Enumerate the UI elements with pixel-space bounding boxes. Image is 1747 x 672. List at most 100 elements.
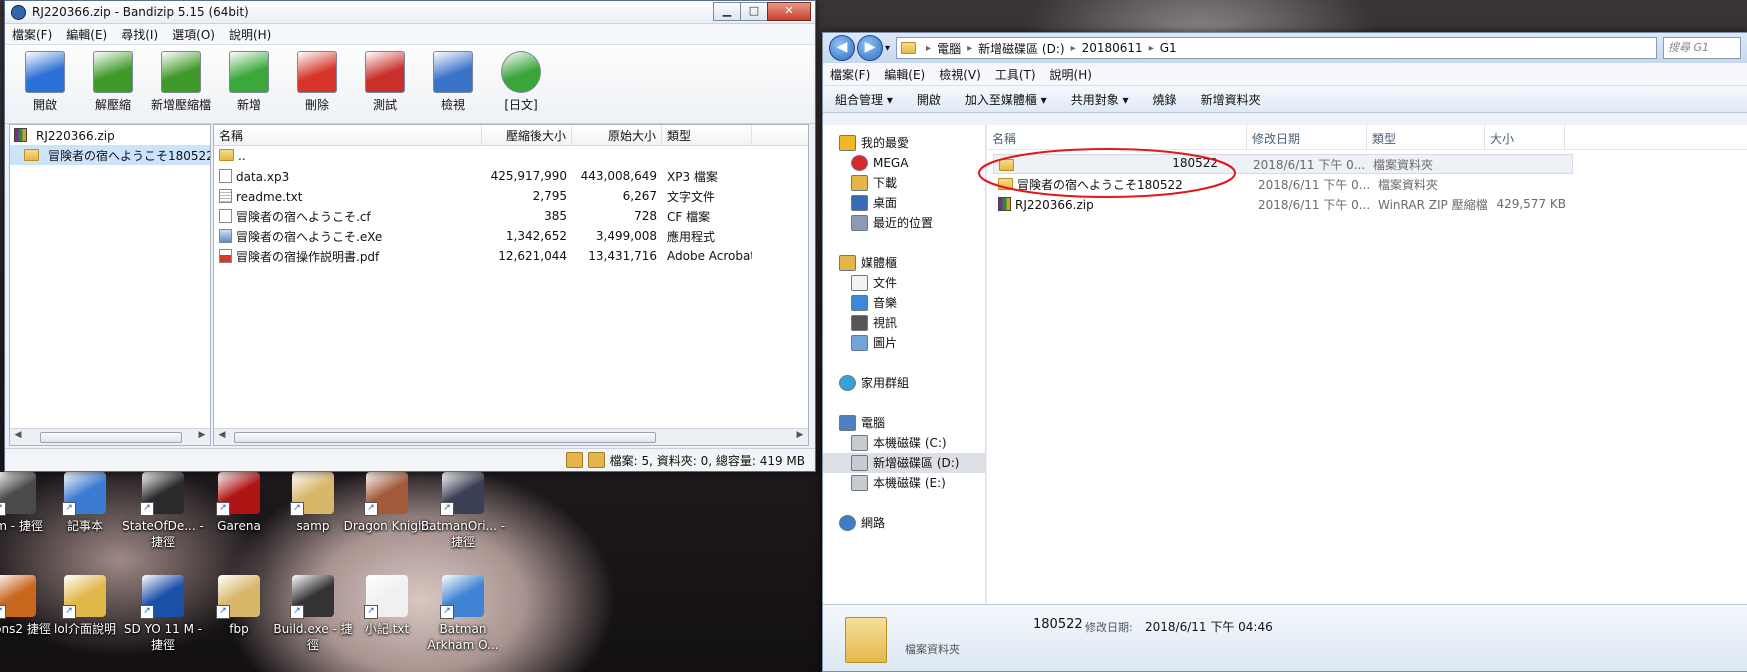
menu-item[interactable]: 編輯(E)	[877, 66, 932, 83]
recent-pages-dropdown[interactable]: ▾	[885, 43, 890, 54]
download-folder-icon	[851, 175, 868, 191]
tree-item-folder[interactable]: 冒険者の宿へようこそ180522	[10, 145, 210, 165]
column-header[interactable]: 壓縮後大小	[482, 125, 572, 145]
close-button[interactable]: ✕	[767, 2, 811, 21]
toolbar-button-globe[interactable]: [日文]	[491, 51, 551, 113]
nav-item[interactable]: 本機磁碟 (C:)	[823, 433, 985, 453]
star-icon	[839, 135, 856, 151]
nav-item-label: 桌面	[873, 196, 898, 210]
command-button[interactable]: 共用對象 ▾	[1059, 91, 1141, 108]
shortcut-icon: ↗	[216, 472, 260, 516]
shortcut-label: lol介面說明	[53, 622, 116, 636]
nav-item[interactable]: 媒體櫃	[823, 253, 985, 273]
file-row[interactable]: 冒険者の宿操作説明書.pdf 12,621,044 13,431,716 Adobe …	[214, 246, 808, 266]
menu-item[interactable]: 選項(O)	[165, 26, 222, 43]
tree-item-archive[interactable]: RJ220366.zip	[10, 125, 210, 145]
toolbar-button-extract[interactable]: 解壓縮	[83, 51, 143, 113]
nav-item[interactable]: 桌面	[823, 193, 985, 213]
menu-item[interactable]: 說明(H)	[1043, 66, 1099, 83]
command-button[interactable]: 組合管理 ▾	[823, 91, 905, 108]
menu-item[interactable]: 編輯(E)	[59, 26, 114, 43]
back-button[interactable]: ◀	[829, 35, 855, 61]
menu-item[interactable]: 工具(T)	[988, 66, 1043, 83]
toolbar-button-open[interactable]: 開啟	[15, 51, 75, 113]
menu-item[interactable]: 檔案(F)	[823, 66, 877, 83]
nav-item[interactable]: MEGA	[823, 153, 985, 173]
shortcut-label: BatmanOri... - 捷徑	[420, 519, 506, 549]
desktop-shortcut[interactable]: ↗ lol介面說明	[40, 575, 130, 637]
open-icon	[25, 51, 65, 93]
scroll-left-arrow[interactable]: ◀	[216, 430, 228, 440]
bandizip-titlebar[interactable]: RJ220366.zip - Bandizip 5.15 (64bit) ▁ □…	[5, 1, 815, 24]
breadcrumb-separator-icon[interactable]: ▸	[967, 43, 972, 54]
tree-hscrollbar[interactable]: ◀ ▶	[10, 428, 210, 445]
nav-item[interactable]: 最近的位置	[823, 213, 985, 233]
file-type: WinRAR ZIP 壓縮檔	[1378, 197, 1488, 212]
command-button[interactable]: 開啟	[905, 91, 953, 108]
column-header[interactable]: 類型	[1367, 125, 1485, 149]
nav-item[interactable]: 文件	[823, 273, 985, 293]
desktop-shortcut[interactable]: ↗ Batman Arkham O...	[418, 575, 508, 653]
column-header[interactable]: 類型	[662, 125, 752, 145]
nav-item[interactable]: 本機磁碟 (E:)	[823, 473, 985, 493]
forward-button[interactable]: ▶	[857, 35, 883, 61]
breadcrumb-item[interactable]: G1	[1160, 41, 1177, 55]
toolbar-button-view[interactable]: 檢視	[423, 51, 483, 113]
toolbar-button-delete[interactable]: 刪除	[287, 51, 347, 113]
nav-item[interactable]: 網路	[823, 513, 985, 533]
breadcrumb-item[interactable]: 電腦	[937, 40, 961, 57]
scroll-thumb[interactable]	[234, 432, 656, 443]
breadcrumb-separator-icon[interactable]: ▸	[1071, 43, 1076, 54]
menu-item[interactable]: 說明(H)	[222, 26, 278, 43]
command-button[interactable]: 新增資料夾	[1189, 91, 1273, 108]
nav-item[interactable]: 下載	[823, 173, 985, 193]
column-header[interactable]: 名稱	[987, 125, 1247, 149]
scroll-right-arrow[interactable]: ▶	[196, 430, 208, 440]
list-hscrollbar[interactable]: ◀ ▶	[214, 428, 808, 445]
toolbar-button-add[interactable]: 新增	[219, 51, 279, 113]
command-button[interactable]: 加入至媒體櫃 ▾	[953, 91, 1059, 108]
column-header[interactable]: 名稱	[214, 125, 482, 145]
breadcrumb[interactable]: ▸ 電腦 ▸ 新增磁碟區 (D:) ▸ 20180611 ▸ G1	[896, 37, 1657, 59]
documents-icon	[851, 275, 868, 291]
breadcrumb-separator-icon[interactable]: ▸	[926, 43, 931, 54]
command-button[interactable]: 燒錄	[1141, 91, 1189, 108]
maximize-button[interactable]: □	[740, 2, 768, 21]
breadcrumb-item[interactable]: 20180611	[1082, 41, 1143, 55]
nav-item[interactable]: 圖片	[823, 333, 985, 353]
nav-item[interactable]: 電腦	[823, 413, 985, 433]
file-row[interactable]: 冒険者の宿へようこそ.eXe 1,342,652 3,499,008 應用程式	[214, 226, 808, 246]
toolbar-button-test[interactable]: 測試	[355, 51, 415, 113]
nav-item[interactable]: 新增磁碟區 (D:)	[823, 453, 985, 473]
column-header[interactable]: 原始大小	[572, 125, 662, 145]
search-input[interactable]: 搜尋 G1	[1663, 37, 1741, 59]
menu-item[interactable]: 檔案(F)	[5, 26, 59, 43]
column-header[interactable]: 大小	[1485, 125, 1565, 149]
file-row[interactable]: readme.txt 2,795 6,267 文字文件	[214, 186, 808, 206]
toolbar-button-label: 開啟	[32, 98, 57, 112]
toolbar-button-new-archive[interactable]: 新增壓縮檔	[151, 51, 211, 113]
packed-size: 12,621,044	[498, 249, 567, 263]
nav-item-label: 新增磁碟區 (D:)	[873, 456, 960, 470]
file-row[interactable]: ..	[214, 146, 808, 166]
video-icon	[851, 315, 868, 331]
nav-item[interactable]: 家用群組	[823, 373, 985, 393]
breadcrumb-item[interactable]: 新增磁碟區 (D:)	[978, 40, 1064, 57]
scroll-thumb[interactable]	[40, 432, 182, 443]
menu-item[interactable]: 尋找(I)	[114, 26, 165, 43]
file-row[interactable]: data.xp3 425,917,990 443,008,649 XP3 檔案	[214, 166, 808, 186]
scroll-right-arrow[interactable]: ▶	[794, 430, 806, 440]
scroll-left-arrow[interactable]: ◀	[12, 430, 24, 440]
column-header[interactable]: 修改日期	[1247, 125, 1367, 149]
desktop-shortcut[interactable]: ↗ 記事本	[40, 472, 130, 534]
nav-item[interactable]: 我的最愛	[823, 133, 985, 153]
menu-item[interactable]: 檢視(V)	[932, 66, 988, 83]
nav-item[interactable]: 視訊	[823, 313, 985, 333]
breadcrumb-separator-icon[interactable]: ▸	[1149, 43, 1154, 54]
window-controls: ▁ □ ✕	[713, 2, 811, 21]
minimize-button[interactable]: ▁	[713, 2, 741, 21]
file-row[interactable]: 冒険者の宿へようこそ.cf 385 728 CF 檔案	[214, 206, 808, 226]
nav-item[interactable]: 音樂	[823, 293, 985, 313]
packed-size: 2,795	[532, 189, 567, 203]
desktop-shortcut[interactable]: ↗ BatmanOri... - 捷徑	[418, 472, 508, 550]
